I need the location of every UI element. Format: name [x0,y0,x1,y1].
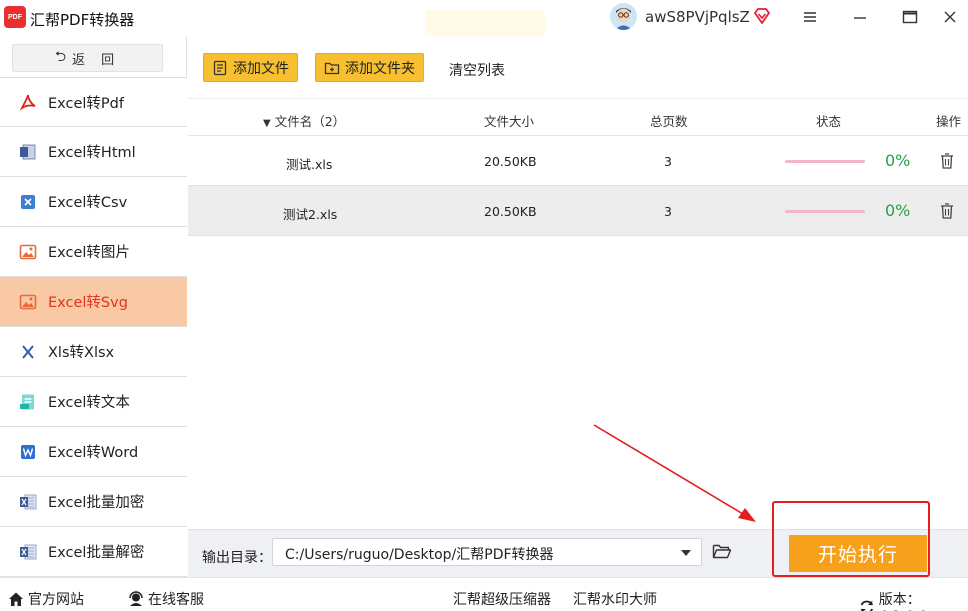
watermark-link[interactable]: 汇帮水印大师 [573,589,657,609]
row-status: 0% [885,151,911,170]
excel-unlock-icon [18,542,38,562]
row-filename: 测试.xls [286,157,333,172]
home-icon [9,592,23,606]
maximize-icon[interactable] [896,4,924,30]
row-filename: 测试2.xls [283,207,338,222]
html-icon [18,142,38,162]
csv-icon [18,192,38,212]
main-panel: 添加文件 添加文件夹 清空列表 ▼ 文件名（2） 文件大小 总页数 状态 操作 … [188,36,968,577]
row-pages: 3 [664,154,672,169]
add-file-icon [213,60,227,75]
back-button[interactable]: ⮌ 返 回 [12,44,163,72]
username[interactable]: awS8PVjPqlsZ [645,8,750,26]
image-icon [18,242,38,262]
sidebar-item-excel-to-html[interactable]: Excel转Html [0,127,187,177]
vip-diamond-icon[interactable] [753,7,771,25]
add-folder-button[interactable]: 添加文件夹 [315,53,424,82]
sidebar-item-excel-to-csv[interactable]: Excel转Csv [0,177,187,227]
refresh-icon [860,600,874,611]
sidebar-item-xls-to-xlsx[interactable]: Xls转Xlsx [0,327,187,377]
back-label: 返 回 [72,52,121,68]
xlsx-icon [18,342,38,362]
sidebar-item-excel-to-text[interactable]: Excel转文本 [0,377,187,427]
title-bar: PDF 汇帮PDF转换器 awS8PVjPqlsZ [0,0,968,36]
app-logo: PDF [4,6,26,28]
minimize-icon[interactable] [846,4,874,30]
back-arrow-icon: ⮌ [54,49,67,65]
toolbar: 添加文件 添加文件夹 清空列表 [188,36,968,98]
add-file-button[interactable]: 添加文件 [203,53,298,82]
compressor-link[interactable]: 汇帮超级压缩器 [453,589,551,609]
clear-list-button[interactable]: 清空列表 [449,60,505,80]
sidebar-item-excel-to-word[interactable]: Excel转Word [0,427,187,477]
sidebar-item-excel-to-pdf[interactable]: Excel转Pdf [0,77,187,127]
app-title: 汇帮PDF转换器 [30,11,135,29]
chevron-down-icon [681,550,691,556]
table-header: ▼ 文件名（2） 文件大小 总页数 状态 操作 [188,98,968,136]
status-bar: 官方网站 在线客服 汇帮超级压缩器 汇帮水印大师 版本：4.2.0.0 [0,577,968,611]
annotation-highlight-box [772,501,930,577]
sidebar-item-excel-batch-encrypt[interactable]: Excel批量加密 [0,477,187,527]
table-row[interactable]: 测试2.xls 20.50KB 3 0% [188,186,968,236]
sidebar-item-excel-to-svg[interactable]: Excel转Svg [0,277,187,327]
delete-icon[interactable] [939,202,955,220]
svg-image-icon [18,292,38,312]
word-icon [18,442,38,462]
add-folder-icon [324,62,340,74]
sidebar-list: Excel转Pdf Excel转Html Excel转Csv Excel转图片 … [0,77,187,577]
row-filesize: 20.50KB [484,204,537,219]
row-progress-bar [785,160,865,163]
user-avatar[interactable] [610,3,637,30]
header-status: 状态 [816,114,842,129]
close-icon[interactable] [936,4,964,30]
header-filename[interactable]: ▼ 文件名（2） [263,111,345,130]
annotation-arrow [593,424,756,522]
menu-icon[interactable] [796,4,824,30]
output-label: 输出目录： [202,550,272,566]
delete-icon[interactable] [939,152,955,170]
output-path-value: C:/Users/ruguo/Desktop/汇帮PDF转换器 [285,547,554,563]
table-row[interactable]: 测试.xls 20.50KB 3 0% [188,136,968,186]
header-filesize: 文件大小 [484,114,535,129]
text-icon [18,392,38,412]
title-highlight [425,10,545,36]
row-status: 0% [885,201,911,220]
sidebar-item-excel-to-image[interactable]: Excel转图片 [0,227,187,277]
website-link[interactable]: 官方网站 [8,589,84,609]
open-folder-icon[interactable] [712,542,732,560]
row-filesize: 20.50KB [484,154,537,169]
excel-lock-icon [18,492,38,512]
version-info[interactable]: 版本：4.2.0.0 [859,589,968,611]
output-path-select[interactable]: C:/Users/ruguo/Desktop/汇帮PDF转换器 [272,538,702,566]
sidebar-item-excel-batch-decrypt[interactable]: Excel批量解密 [0,527,187,577]
header-pages: 总页数 [650,114,688,129]
pdf-icon [18,92,38,112]
sort-down-icon: ▼ [263,118,271,129]
sidebar: ⮌ 返 回 Excel转Pdf Excel转Html Excel转Csv Exc… [0,36,187,577]
header-action: 操作 [936,114,962,129]
support-link[interactable]: 在线客服 [128,589,204,609]
headset-icon [129,591,143,606]
row-pages: 3 [664,204,672,219]
row-progress-bar [785,210,865,213]
